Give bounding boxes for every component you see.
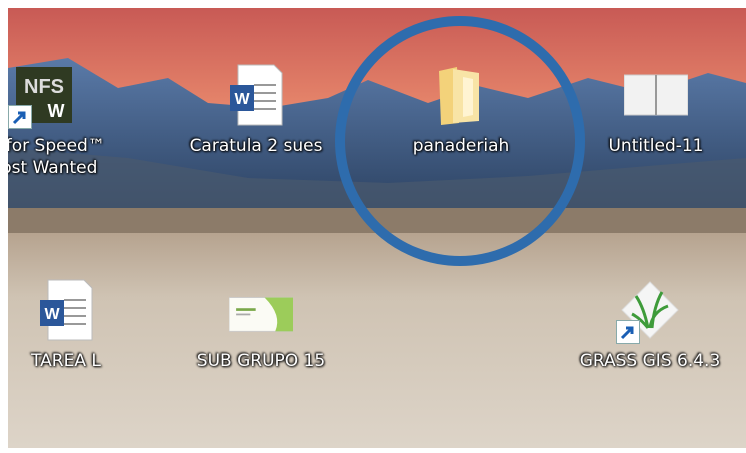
shortcut-arrow-icon <box>8 105 32 129</box>
word-document-icon: W <box>224 63 288 127</box>
svg-text:NFS: NFS <box>24 76 64 98</box>
icon-label: Caratula 2 sues <box>189 136 323 156</box>
nfs-game-shortcut-icon: NFS W <box>8 63 74 129</box>
notebook-file-icon <box>624 63 688 127</box>
icon-label: panaderiah <box>412 136 510 156</box>
desktop-icon-tarea-l[interactable]: W TAREA L <box>8 278 136 372</box>
desktop-icon-nfs-most-wanted[interactable]: NFS W ed for Speed™ Most Wanted <box>8 63 112 179</box>
icon-label: ed for Speed™ Most Wanted <box>8 136 105 178</box>
svg-text:W: W <box>48 101 65 121</box>
folder-icon <box>429 63 493 127</box>
svg-text:W: W <box>234 91 250 108</box>
svg-text:W: W <box>44 306 60 323</box>
business-card-image-icon <box>229 278 293 342</box>
icon-label: SUB GRUPO 15 <box>196 351 326 371</box>
grass-gis-shortcut-icon <box>616 278 682 344</box>
icon-label: TAREA L <box>31 351 101 371</box>
icon-label: Untitled-11 <box>608 136 704 156</box>
desktop-icon-untitled-11[interactable]: Untitled-11 <box>586 63 726 157</box>
shortcut-arrow-icon <box>616 320 640 344</box>
word-document-icon: W <box>34 278 98 342</box>
desktop-icon-sub-grupo-15[interactable]: SUB GRUPO 15 <box>191 278 331 372</box>
desktop-icon-grass-gis[interactable]: GRASS GIS 6.4.3 <box>580 278 720 372</box>
desktop-icon-caratula[interactable]: W Caratula 2 sues <box>186 63 326 157</box>
icon-label: GRASS GIS 6.4.3 <box>579 351 721 371</box>
desktop: NFS W ed for Speed™ Most Wanted W <box>8 8 746 448</box>
desktop-icon-panaderiah[interactable]: panaderiah <box>391 63 531 157</box>
